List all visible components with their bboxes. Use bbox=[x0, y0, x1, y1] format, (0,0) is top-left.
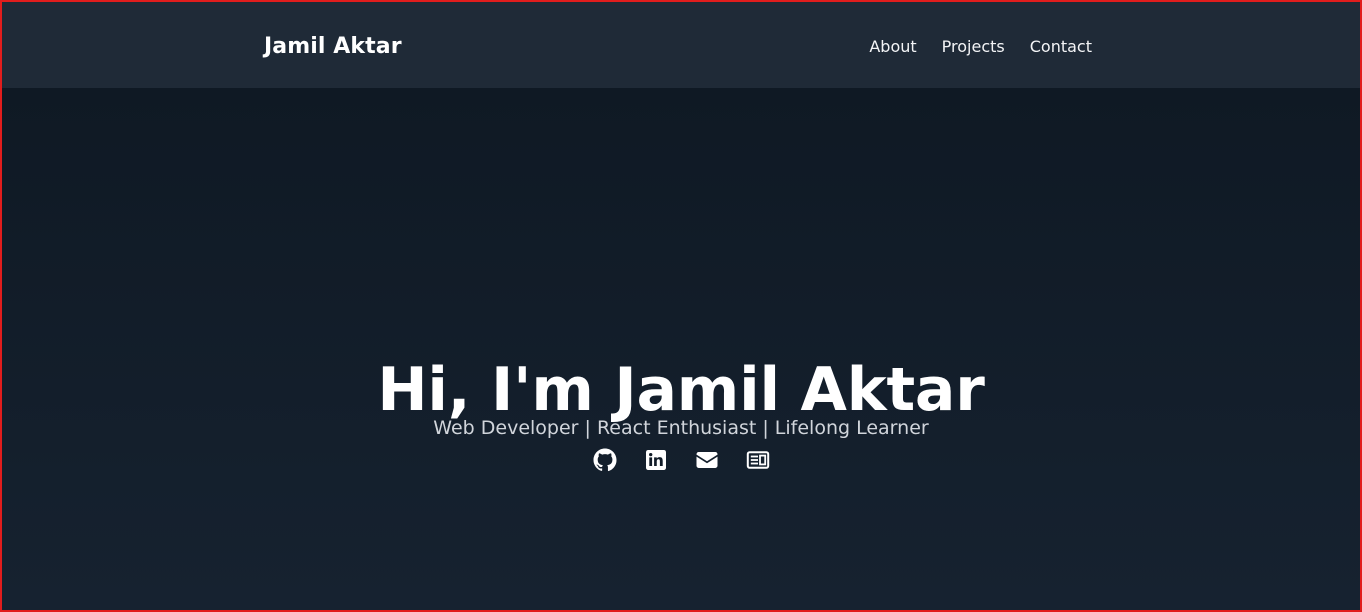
blog-link[interactable] bbox=[746, 448, 770, 472]
nav-links: About Projects Contact bbox=[869, 37, 1092, 57]
site-brand[interactable]: Jamil Aktar bbox=[264, 34, 402, 60]
browser-viewport: Jamil Aktar About Projects Contact Hi, I… bbox=[0, 0, 1362, 612]
linkedin-icon bbox=[644, 448, 668, 472]
envelope-icon bbox=[695, 448, 719, 472]
github-link[interactable] bbox=[593, 448, 617, 472]
nav-link-about[interactable]: About bbox=[869, 37, 916, 57]
nav-link-projects[interactable]: Projects bbox=[942, 37, 1005, 57]
social-links bbox=[2, 448, 1360, 472]
linkedin-link[interactable] bbox=[644, 448, 668, 472]
email-link[interactable] bbox=[695, 448, 719, 472]
nav-link-contact[interactable]: Contact bbox=[1030, 37, 1092, 57]
hero-section: Hi, I'm Jamil Aktar Web Developer | Reac… bbox=[2, 88, 1360, 610]
hero-subtitle: Web Developer | React Enthusiast | Lifel… bbox=[433, 417, 929, 439]
navbar: Jamil Aktar About Projects Contact bbox=[2, 2, 1360, 88]
github-icon bbox=[593, 448, 617, 472]
blog-icon bbox=[746, 448, 770, 472]
